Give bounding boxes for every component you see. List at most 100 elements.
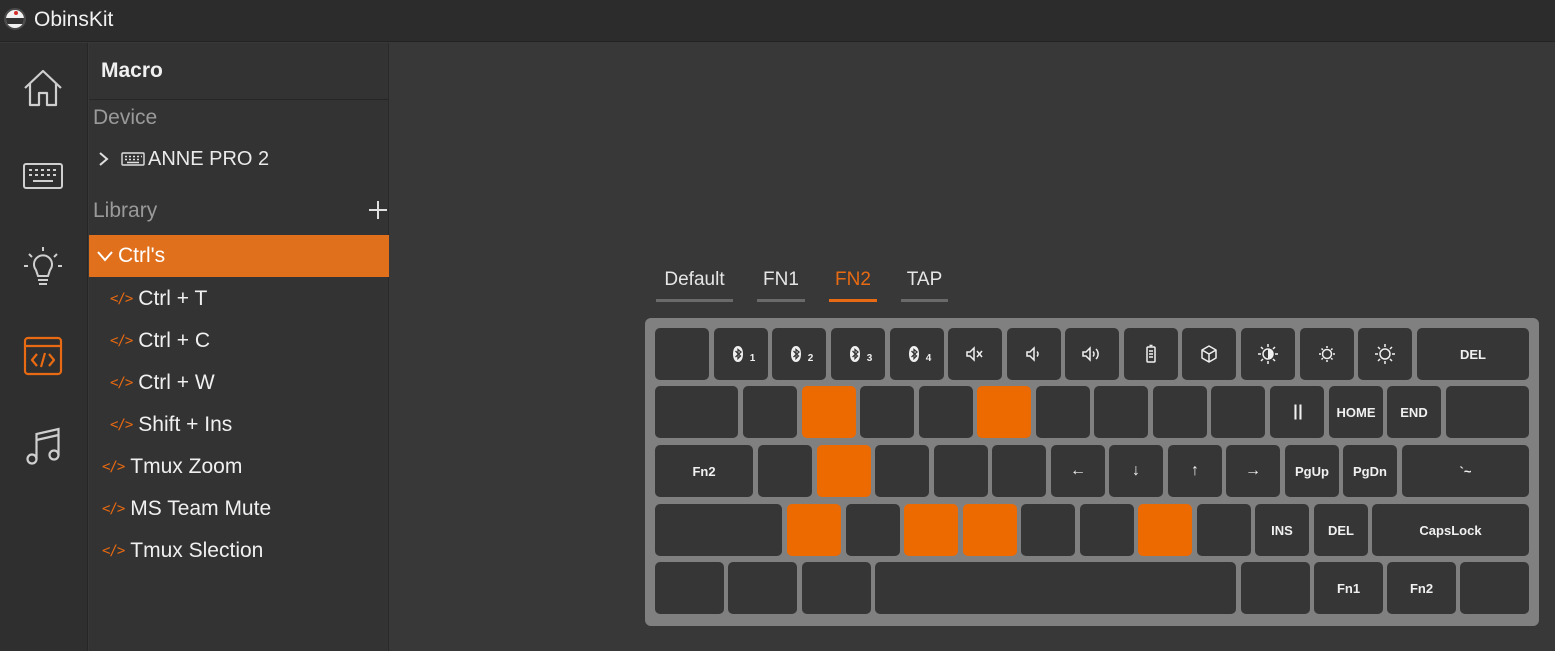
macro-item[interactable]: </> MS Team Mute bbox=[102, 494, 271, 524]
key[interactable] bbox=[1007, 328, 1061, 380]
key[interactable] bbox=[919, 386, 973, 438]
key[interactable]: 1 bbox=[714, 328, 768, 380]
key[interactable]: → bbox=[1226, 445, 1280, 497]
key-assigned[interactable] bbox=[1138, 504, 1192, 556]
brightness-down-icon bbox=[1319, 346, 1335, 362]
key-label: END bbox=[1400, 404, 1428, 420]
key[interactable] bbox=[948, 328, 1002, 380]
key[interactable]: HOME bbox=[1329, 386, 1383, 438]
key[interactable]: DEL bbox=[1417, 328, 1529, 380]
code-icon: </> bbox=[110, 417, 133, 433]
key[interactable] bbox=[1358, 328, 1412, 380]
key[interactable] bbox=[846, 504, 900, 556]
key[interactable] bbox=[1460, 562, 1529, 614]
key-label: ← bbox=[1070, 462, 1086, 479]
nav-keyboard-button[interactable] bbox=[18, 151, 68, 201]
key-assigned[interactable] bbox=[977, 386, 1031, 438]
keyboard-layout: 1 2 3 4 DEL | | HOME END Fn2 ← ↓ ↑ → PgUp PgDn `~ INS DEL… bbox=[645, 318, 1539, 626]
key[interactable] bbox=[1021, 504, 1075, 556]
key[interactable] bbox=[1197, 504, 1251, 556]
key-assigned[interactable] bbox=[817, 445, 871, 497]
code-icon: </> bbox=[102, 543, 125, 559]
key[interactable] bbox=[934, 445, 988, 497]
key[interactable]: ← bbox=[1051, 445, 1105, 497]
brightness-up-icon bbox=[1375, 344, 1395, 364]
battery-icon bbox=[1146, 344, 1156, 363]
key[interactable] bbox=[860, 386, 914, 438]
sidebar-title: Macro bbox=[101, 59, 163, 82]
macro-sidebar: Macro Device ANNE PRO 2 Library Ctrl's <… bbox=[89, 43, 389, 651]
home-icon bbox=[24, 69, 62, 107]
volume-down-icon bbox=[1026, 346, 1039, 362]
key-assigned[interactable] bbox=[787, 504, 841, 556]
key-sub-label: 2 bbox=[807, 352, 814, 364]
key-label: INS bbox=[1271, 522, 1293, 538]
key[interactable] bbox=[802, 562, 871, 614]
key[interactable]: CapsLock bbox=[1372, 504, 1529, 556]
key[interactable]: 4 bbox=[890, 328, 944, 380]
nav-home-button[interactable] bbox=[18, 63, 68, 113]
key[interactable] bbox=[728, 562, 797, 614]
key[interactable]: | | bbox=[1270, 386, 1324, 438]
key[interactable] bbox=[1300, 328, 1354, 380]
key[interactable] bbox=[1036, 386, 1090, 438]
key[interactable] bbox=[1094, 386, 1148, 438]
key[interactable] bbox=[875, 445, 929, 497]
key-label: PgDn bbox=[1353, 463, 1387, 479]
key[interactable] bbox=[655, 504, 782, 556]
key[interactable] bbox=[655, 328, 709, 380]
tab-tap[interactable]: TAP bbox=[901, 262, 948, 302]
code-icon: </> bbox=[102, 501, 125, 517]
key[interactable]: Fn2 bbox=[1387, 562, 1456, 614]
key[interactable] bbox=[992, 445, 1046, 497]
library-folder-ctrls[interactable]: Ctrl's bbox=[89, 235, 389, 277]
key-sub-label: 1 bbox=[749, 352, 756, 364]
tab-fn2[interactable]: FN2 bbox=[829, 262, 877, 302]
key[interactable] bbox=[655, 562, 724, 614]
key[interactable]: END bbox=[1387, 386, 1441, 438]
key[interactable] bbox=[1124, 328, 1178, 380]
add-icon[interactable] bbox=[367, 199, 389, 221]
nav-lighting-button[interactable] bbox=[18, 241, 68, 291]
key[interactable] bbox=[875, 562, 1236, 614]
key[interactable]: PgDn bbox=[1343, 445, 1397, 497]
macro-item[interactable]: </> Ctrl + W bbox=[110, 368, 215, 398]
key[interactable]: INS bbox=[1255, 504, 1309, 556]
key[interactable]: ↓ bbox=[1109, 445, 1163, 497]
macro-item[interactable]: </> Shift + Ins bbox=[110, 410, 232, 440]
key-label: ↑ bbox=[1191, 462, 1199, 479]
device-tree-item[interactable]: ANNE PRO 2 bbox=[97, 145, 269, 173]
key[interactable]: DEL bbox=[1314, 504, 1368, 556]
key[interactable] bbox=[1153, 386, 1207, 438]
nav-music-button[interactable] bbox=[18, 421, 68, 471]
key[interactable]: 2 bbox=[772, 328, 826, 380]
macro-item[interactable]: </> Tmux Slection bbox=[102, 536, 263, 566]
key[interactable]: `~ bbox=[1402, 445, 1529, 497]
macro-item[interactable]: </> Tmux Zoom bbox=[102, 452, 242, 482]
library-section-label: Library bbox=[93, 199, 158, 222]
key-assigned[interactable] bbox=[802, 386, 856, 438]
macro-item[interactable]: </> Ctrl + T bbox=[110, 284, 207, 314]
tab-default[interactable]: Default bbox=[656, 262, 733, 302]
volume-up-icon bbox=[1082, 346, 1099, 362]
key[interactable] bbox=[1080, 504, 1134, 556]
nav-macro-button[interactable] bbox=[18, 331, 68, 381]
key[interactable]: PgUp bbox=[1285, 445, 1339, 497]
tab-fn1[interactable]: FN1 bbox=[757, 262, 805, 302]
macro-item[interactable]: </> Ctrl + C bbox=[110, 326, 210, 356]
key[interactable] bbox=[758, 445, 812, 497]
key[interactable] bbox=[1211, 386, 1265, 438]
key-assigned[interactable] bbox=[963, 504, 1017, 556]
key[interactable]: 3 bbox=[831, 328, 885, 380]
key[interactable]: Fn2 bbox=[655, 445, 753, 497]
key[interactable] bbox=[1241, 328, 1295, 380]
key[interactable] bbox=[655, 386, 738, 438]
key[interactable]: ↑ bbox=[1168, 445, 1222, 497]
key[interactable] bbox=[1241, 562, 1310, 614]
key[interactable] bbox=[1182, 328, 1236, 380]
key[interactable] bbox=[1446, 386, 1529, 438]
key[interactable]: Fn1 bbox=[1314, 562, 1383, 614]
key[interactable] bbox=[1065, 328, 1119, 380]
key-assigned[interactable] bbox=[904, 504, 958, 556]
key[interactable] bbox=[743, 386, 797, 438]
